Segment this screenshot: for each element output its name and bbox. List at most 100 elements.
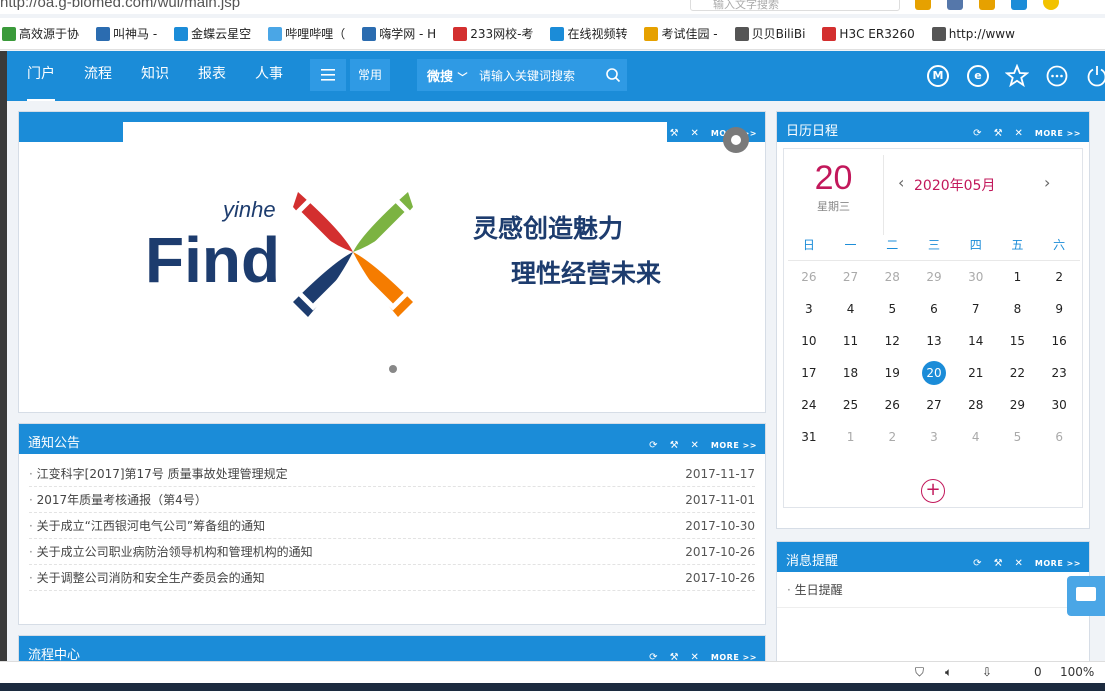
bookmark-item[interactable]: http://www [931, 26, 1015, 41]
calendar-day-cell[interactable]: 4 [955, 421, 997, 453]
close-icon[interactable]: ✕ [1015, 128, 1023, 139]
notice-row[interactable]: 2017年质量考核通报（第4号） 2017-11-01 [29, 487, 755, 513]
nav-workflow[interactable]: 流程 [84, 51, 112, 101]
adblock-count[interactable]: 0 [1034, 665, 1042, 679]
calendar-today-cell[interactable]: 20 [913, 357, 955, 389]
menu-button[interactable] [310, 59, 346, 91]
power-icon[interactable] [1085, 64, 1105, 88]
calendar-day-cell[interactable]: 4 [830, 293, 872, 325]
bookmark-item[interactable]: 在线视频转 [550, 25, 627, 42]
carousel-dot[interactable] [389, 365, 397, 373]
micro-search-input[interactable]: 请输入关键词搜索 [479, 67, 599, 84]
calendar-day-cell[interactable]: 14 [955, 325, 997, 357]
close-icon[interactable]: ✕ [691, 440, 699, 451]
chat-bubble-icon[interactable] [1067, 576, 1105, 616]
calendar-day-cell[interactable]: 7 [955, 293, 997, 325]
nav-report[interactable]: 报表 [198, 51, 226, 101]
nav-portal[interactable]: 门户 [27, 51, 55, 101]
notice-row[interactable]: 关于成立“江西银河电气公司”筹备组的通知 2017-10-30 [29, 513, 755, 539]
refresh-icon[interactable]: ⟳ [649, 440, 657, 451]
calendar-day-cell[interactable]: 16 [1038, 325, 1080, 357]
speaker-icon[interactable]: 🔈︎ [945, 665, 952, 680]
calendar-day-cell[interactable]: 24 [788, 389, 830, 421]
close-icon[interactable]: ✕ [691, 128, 699, 139]
calendar-day-cell[interactable]: 26 [871, 389, 913, 421]
key-ext-icon[interactable] [979, 0, 995, 10]
banner-image[interactable]: yinhe Find 灵感创造魅力 理性经营未来 [123, 122, 667, 372]
calendar-day-cell[interactable]: 8 [997, 293, 1039, 325]
nav-knowledge[interactable]: 知识 [141, 51, 169, 101]
message-item[interactable]: 生日提醒 1 [777, 572, 1089, 608]
bookmark-item[interactable]: H3C ER3260 [822, 26, 915, 41]
calendar-day-cell[interactable]: 5 [997, 421, 1039, 453]
micro-search-label[interactable]: 微搜 ﹀ [417, 66, 479, 85]
url-text[interactable]: http://oa.g-biomed.com/wui/main.jsp [0, 0, 240, 11]
search-icon[interactable] [605, 67, 621, 83]
calendar-day-cell[interactable]: 19 [871, 357, 913, 389]
more-circle-icon[interactable] [1045, 64, 1069, 88]
bookmark-item[interactable]: 考试佳园 - [644, 25, 718, 42]
calendar-day-cell[interactable]: 15 [997, 325, 1039, 357]
bookmark-item[interactable]: 233网校-考 [453, 25, 533, 42]
calendar-day-cell[interactable]: 9 [1038, 293, 1080, 325]
bookmark-item[interactable]: 叫神马 - [96, 25, 157, 42]
screenshot-ext-icon[interactable] [1011, 0, 1027, 10]
close-icon[interactable]: ✕ [1015, 558, 1023, 569]
refresh-icon[interactable]: ⟳ [973, 558, 981, 569]
calendar-day-cell[interactable]: 26 [788, 261, 830, 293]
calendar-day-cell[interactable]: 1 [830, 421, 872, 453]
calendar-day-cell[interactable]: 30 [1038, 389, 1080, 421]
notice-item-title[interactable]: 江变科字[2017]第17号 质量事故处理管理规定 [29, 461, 288, 486]
shield-icon[interactable]: ⛉ [915, 665, 924, 680]
e-circle-icon[interactable]: e [967, 65, 989, 87]
calendar-day-cell[interactable]: 1 [997, 261, 1039, 293]
notice-item-title[interactable]: 关于成立“江西银河电气公司”筹备组的通知 [29, 513, 265, 538]
m-circle-icon[interactable]: M [927, 65, 949, 87]
bookmark-item[interactable]: 高效源于协 [2, 25, 79, 42]
settings-wrench-icon[interactable]: ⚒ [670, 440, 679, 451]
settings-wrench-icon[interactable]: ⚒ [670, 128, 679, 139]
gear-icon[interactable] [723, 127, 749, 153]
calendar-day-cell[interactable]: 29 [997, 389, 1039, 421]
more-link[interactable]: MORE >> [1035, 129, 1081, 138]
calendar-day-cell[interactable]: 10 [788, 325, 830, 357]
bookmark-item[interactable]: 嗨学网 - H [362, 25, 436, 42]
more-link[interactable]: MORE >> [1035, 559, 1081, 568]
browser-search-input[interactable]: 输入文字搜索 [690, 0, 900, 11]
add-event-plus-icon[interactable]: + [921, 479, 945, 503]
settings-wrench-icon[interactable]: ⚒ [994, 558, 1003, 569]
calendar-day-cell[interactable]: 30 [955, 261, 997, 293]
chevron-right-icon[interactable]: › [1044, 173, 1050, 192]
scissors-ext-icon[interactable] [947, 0, 963, 10]
calendar-day-cell[interactable]: 31 [788, 421, 830, 453]
calendar-day-cell[interactable]: 12 [871, 325, 913, 357]
notice-item-title[interactable]: 关于成立公司职业病防治领导机构和管理机构的通知 [29, 539, 313, 564]
calendar-day-cell[interactable]: 25 [830, 389, 872, 421]
calendar-day-cell[interactable]: 28 [955, 389, 997, 421]
calendar-day-cell[interactable]: 29 [913, 261, 955, 293]
calendar-ext-icon[interactable] [915, 0, 931, 10]
calendar-day-cell[interactable]: 6 [1038, 421, 1080, 453]
calendar-day-cell[interactable]: 2 [871, 421, 913, 453]
calendar-day-cell[interactable]: 23 [1038, 357, 1080, 389]
notice-row[interactable]: 关于成立公司职业病防治领导机构和管理机构的通知 2017-10-26 [29, 539, 755, 565]
calendar-day-cell[interactable]: 3 [788, 293, 830, 325]
bookmark-item[interactable]: 金蝶云星空 [174, 25, 251, 42]
common-button[interactable]: 常用 [350, 59, 390, 91]
calendar-day-cell[interactable]: 2 [1038, 261, 1080, 293]
calendar-day-cell[interactable]: 6 [913, 293, 955, 325]
calendar-day-cell[interactable]: 27 [913, 389, 955, 421]
bookmark-item[interactable]: 贝贝BiliBi [734, 25, 805, 42]
bookmark-item[interactable]: 哔哩哔哩（ [268, 25, 345, 42]
notice-row[interactable]: 江变科字[2017]第17号 质量事故处理管理规定 2017-11-17 [29, 461, 755, 487]
notice-item-title[interactable]: 2017年质量考核通报（第4号） [29, 487, 207, 512]
zoom-level[interactable]: 100% [1060, 665, 1094, 679]
calendar-day-cell[interactable]: 18 [830, 357, 872, 389]
refresh-icon[interactable]: ⟳ [973, 128, 981, 139]
calendar-day-cell[interactable]: 21 [955, 357, 997, 389]
notice-item-title[interactable]: 关于调整公司消防和安全生产委员会的通知 [29, 565, 265, 590]
calendar-day-cell[interactable]: 3 [913, 421, 955, 453]
calendar-day-cell[interactable]: 22 [997, 357, 1039, 389]
nav-hr[interactable]: 人事 [255, 51, 283, 101]
calendar-day-cell[interactable]: 28 [871, 261, 913, 293]
